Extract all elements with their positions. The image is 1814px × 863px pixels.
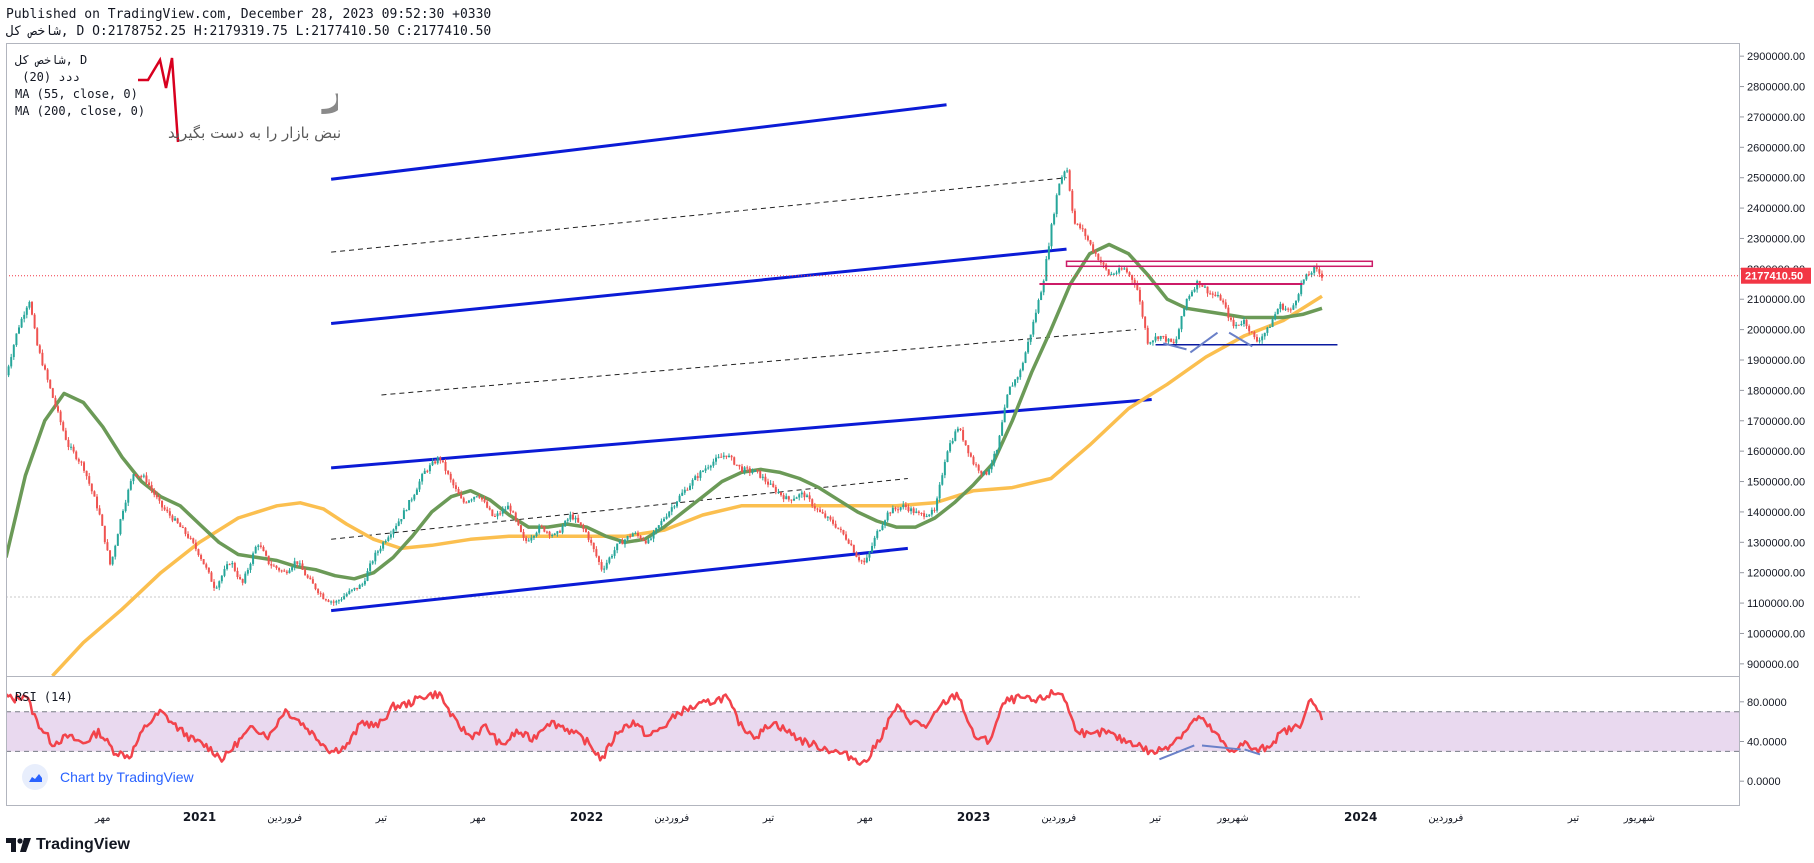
tradingview-logo-icon [6, 838, 31, 852]
x-axis-label: تیر [1567, 813, 1580, 824]
rsi-axis-label: 40.0000 [1747, 737, 1787, 749]
y-axis-label: 1600000.00 [1747, 446, 1805, 458]
brand-watermark-text: نبض بازار [321, 68, 338, 114]
y-axis-label: 2800000.00 [1747, 82, 1805, 94]
chart-legend: شاخص کل, D (20) ددد MA (55, close, 0) MA… [15, 52, 145, 120]
rsi-legend[interactable]: RSI (14) [15, 690, 73, 704]
y-axis-label: 1900000.00 [1747, 355, 1805, 367]
cloud-icon [22, 764, 48, 790]
y-axis-label: 1200000.00 [1747, 568, 1805, 580]
x-axis-label: فروردین [1428, 813, 1463, 824]
brand-watermark-tagline: نبض بازار را به دست بگیرید [168, 124, 342, 142]
chart-by-tradingview[interactable]: Chart by TradingView [22, 763, 194, 791]
x-axis-label: فروردین [654, 813, 689, 824]
y-axis-label: 2900000.00 [1747, 51, 1805, 63]
legend-indicator[interactable]: (20) ددد [15, 70, 80, 84]
tradingview-footer-text: TradingView [36, 836, 130, 853]
x-axis-label: تیر [762, 813, 775, 824]
y-axis-label: 2600000.00 [1747, 142, 1805, 154]
y-axis-label: 2700000.00 [1747, 112, 1805, 124]
chart-by-text: Chart by TradingView [60, 769, 194, 785]
y-axis-label: 1100000.00 [1747, 598, 1804, 610]
y-axis-label: 1500000.00 [1747, 477, 1805, 489]
y-axis-label: 2500000.00 [1747, 173, 1805, 185]
x-axis-label: 2023 [957, 810, 990, 824]
x-axis-label: مهر [857, 813, 873, 824]
x-axis-label: شهریور [1216, 813, 1248, 824]
x-axis-label: فروردین [1041, 813, 1076, 824]
y-axis-label: 1400000.00 [1747, 507, 1805, 519]
y-axis-label: 2100000.00 [1747, 294, 1805, 306]
x-axis-label: تیر [1149, 813, 1162, 824]
last-price-label: 2177410.50 [1745, 271, 1803, 283]
rsi-axis-label: 80.0000 [1747, 697, 1787, 709]
x-axis-label: مهر [94, 813, 110, 824]
x-axis-label: فروردین [267, 813, 302, 824]
y-axis-label: 1000000.00 [1747, 628, 1805, 640]
x-axis-label: مهر [469, 813, 485, 824]
legend-symbol[interactable]: شاخص کل, D [15, 53, 87, 67]
rsi-axis-label: 0.0000 [1747, 776, 1781, 788]
x-axis-label: شهریور [1623, 813, 1655, 824]
x-axis-label: 2022 [570, 810, 603, 824]
y-axis-label: 1300000.00 [1747, 537, 1805, 549]
x-axis-label: تیر [375, 813, 388, 824]
y-axis-label: 1800000.00 [1747, 385, 1805, 397]
y-axis-label: 2300000.00 [1747, 233, 1805, 245]
legend-ma200[interactable]: MA (200, close, 0) [15, 104, 145, 118]
y-axis-label: 2400000.00 [1747, 203, 1805, 215]
brand-watermark-logo: نبض بازار [138, 56, 338, 143]
x-axis-label: 2024 [1344, 810, 1377, 824]
legend-ma55[interactable]: MA (55, close, 0) [15, 87, 138, 101]
x-axis-label: 2021 [183, 810, 216, 824]
tradingview-footer[interactable]: TradingView [6, 836, 130, 854]
y-axis-label: 1700000.00 [1747, 416, 1805, 428]
rsi-pane[interactable] [6, 676, 1740, 806]
y-axis-label: 2000000.00 [1747, 325, 1805, 337]
y-axis-label: 900000.00 [1747, 659, 1799, 671]
